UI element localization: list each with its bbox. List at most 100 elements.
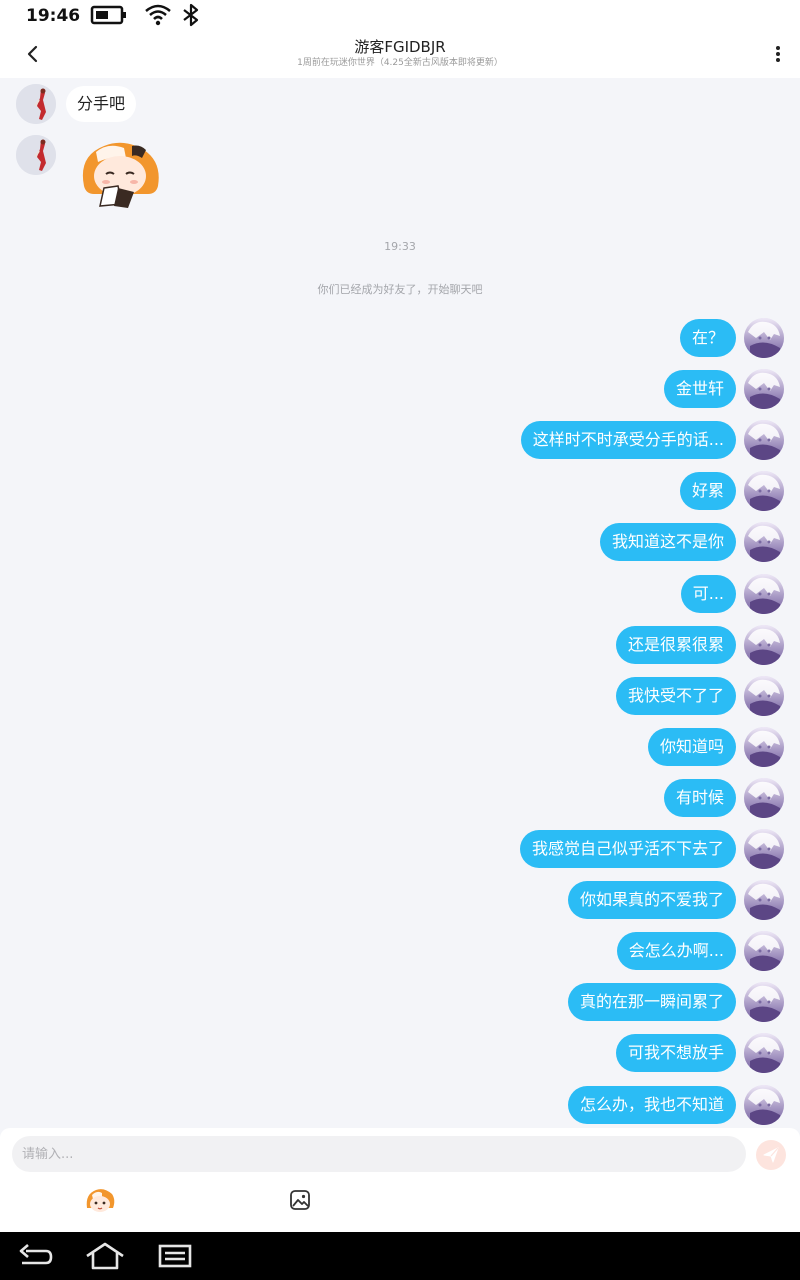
contact-avatar[interactable]	[16, 135, 56, 175]
my-avatar[interactable]	[744, 574, 784, 614]
outgoing-message-row: 真的在那一瞬间累了	[0, 982, 800, 1022]
status-time: 19:46	[26, 6, 81, 26]
anime-girl-avatar-icon	[744, 829, 784, 869]
more-vertical-icon	[776, 46, 780, 62]
red-figure-avatar-icon	[16, 84, 56, 124]
outgoing-message-row: 会怎么办啊...	[0, 931, 800, 971]
anime-girl-avatar-icon	[744, 676, 784, 716]
outgoing-message-bubble[interactable]: 好累	[679, 472, 736, 510]
outgoing-message-row: 我感觉自己似乎活不下去了	[0, 829, 800, 869]
anime-girl-avatar-icon	[744, 778, 784, 818]
anime-girl-avatar-icon	[744, 880, 784, 920]
chat-header: 游客FGIDBJR 1周前在玩迷你世界（4.25全新古风版本即将更新）	[0, 30, 800, 78]
red-figure-avatar-icon	[16, 135, 56, 175]
outgoing-message-bubble[interactable]: 在？	[679, 319, 736, 357]
my-avatar[interactable]	[744, 727, 784, 767]
anime-girl-avatar-icon	[744, 522, 784, 562]
emoji-sticker-button[interactable]	[84, 1186, 116, 1216]
my-avatar[interactable]	[744, 778, 784, 818]
message-input[interactable]	[12, 1136, 746, 1172]
battery-icon	[90, 4, 128, 30]
more-options-button[interactable]	[772, 42, 784, 66]
outgoing-message-bubble[interactable]: 金世轩	[663, 370, 736, 408]
recents-icon	[158, 1244, 192, 1268]
image-icon	[290, 1190, 310, 1210]
outgoing-message-row: 有时候	[0, 778, 800, 818]
anime-girl-avatar-icon	[744, 1033, 784, 1073]
my-avatar[interactable]	[744, 522, 784, 562]
nav-recents-button[interactable]	[158, 1240, 192, 1272]
outgoing-message-row: 你知道吗	[0, 727, 800, 767]
image-button[interactable]	[289, 1189, 311, 1211]
bluetooth-icon	[180, 3, 202, 31]
nav-back-button[interactable]	[16, 1240, 54, 1272]
anime-girl-avatar-icon	[744, 471, 784, 511]
outgoing-message-bubble[interactable]: 可...	[680, 575, 736, 613]
outgoing-message-bubble[interactable]: 还是很累很累	[615, 626, 736, 664]
anime-girl-avatar-icon	[744, 1085, 784, 1125]
my-avatar[interactable]	[744, 982, 784, 1022]
anime-girl-avatar-icon	[744, 318, 784, 358]
wifi-icon	[144, 3, 172, 31]
my-avatar[interactable]	[744, 1033, 784, 1073]
chevron-left-icon	[27, 45, 38, 63]
outgoing-message-row: 这样时不时承受分手的话...	[0, 420, 800, 460]
outgoing-message-bubble[interactable]: 怎么办，我也不知道	[567, 1086, 736, 1124]
outgoing-message-row: 我知道这不是你	[0, 522, 800, 562]
outgoing-message-bubble[interactable]: 可我不想放手	[615, 1034, 736, 1072]
outgoing-message-row: 还是很累很累	[0, 625, 800, 665]
outgoing-message-row: 可我不想放手	[0, 1033, 800, 1073]
status-bar: 19:46	[0, 0, 800, 30]
message-timestamp: 19:33	[384, 240, 416, 253]
system-nav-bar	[0, 1232, 800, 1280]
system-message: 你们已经成为好友了，开始聊天吧	[317, 283, 483, 296]
outgoing-message-bubble[interactable]: 这样时不时承受分手的话...	[520, 421, 736, 459]
contact-status: 1周前在玩迷你世界（4.25全新古风版本即将更新）	[297, 58, 503, 68]
contact-avatar[interactable]	[16, 84, 56, 124]
outgoing-message-row: 好累	[0, 471, 800, 511]
anime-girl-avatar-icon	[744, 982, 784, 1022]
outgoing-message-bubble[interactable]: 你知道吗	[647, 728, 736, 766]
anime-girl-avatar-icon	[744, 369, 784, 409]
my-avatar[interactable]	[744, 676, 784, 716]
crying-girl-sticker[interactable]	[74, 136, 164, 212]
outgoing-message-row: 怎么办，我也不知道	[0, 1085, 800, 1125]
back-button[interactable]	[20, 40, 46, 68]
send-icon	[763, 1147, 779, 1163]
my-avatar[interactable]	[744, 1085, 784, 1125]
my-avatar[interactable]	[744, 369, 784, 409]
my-avatar[interactable]	[744, 625, 784, 665]
send-button[interactable]	[756, 1140, 786, 1170]
outgoing-message-bubble[interactable]: 真的在那一瞬间累了	[567, 983, 736, 1021]
anime-girl-avatar-icon	[744, 727, 784, 767]
anime-girl-avatar-icon	[744, 420, 784, 460]
outgoing-message-bubble[interactable]: 有时候	[663, 779, 736, 817]
my-avatar[interactable]	[744, 318, 784, 358]
nav-home-button[interactable]	[84, 1240, 126, 1272]
outgoing-message-row: 在？	[0, 318, 800, 358]
back-icon	[19, 1244, 53, 1265]
anime-girl-avatar-icon	[744, 931, 784, 971]
anime-girl-avatar-icon	[744, 625, 784, 665]
my-avatar[interactable]	[744, 420, 784, 460]
anime-girl-avatar-icon	[744, 574, 784, 614]
home-icon	[86, 1242, 124, 1270]
incoming-message-bubble[interactable]: 分手吧	[66, 86, 137, 122]
my-avatar[interactable]	[744, 829, 784, 869]
outgoing-message-bubble[interactable]: 我知道这不是你	[599, 523, 736, 561]
outgoing-message-bubble[interactable]: 我快受不了了	[615, 677, 736, 715]
outgoing-message-row: 我快受不了了	[0, 676, 800, 716]
my-avatar[interactable]	[744, 880, 784, 920]
contact-name: 游客FGIDBJR	[354, 38, 446, 56]
outgoing-message-bubble[interactable]: 你如果真的不爱我了	[567, 881, 736, 919]
my-avatar[interactable]	[744, 471, 784, 511]
emoji-sticker-icon	[86, 1189, 115, 1212]
outgoing-message-row: 可...	[0, 574, 800, 614]
outgoing-message-bubble[interactable]: 会怎么办啊...	[616, 932, 736, 970]
chat-title-block: 游客FGIDBJR 1周前在玩迷你世界（4.25全新古风版本即将更新）	[200, 38, 600, 69]
outgoing-message-row: 金世轩	[0, 369, 800, 409]
message-list[interactable]: 分手吧 19:33 你们已经成为好友了，开始聊天吧 在？ 金世轩这样时不时承受分手…	[0, 78, 800, 1128]
outgoing-message-bubble[interactable]: 我感觉自己似乎活不下去了	[519, 830, 736, 868]
input-bar	[0, 1128, 800, 1232]
my-avatar[interactable]	[744, 931, 784, 971]
